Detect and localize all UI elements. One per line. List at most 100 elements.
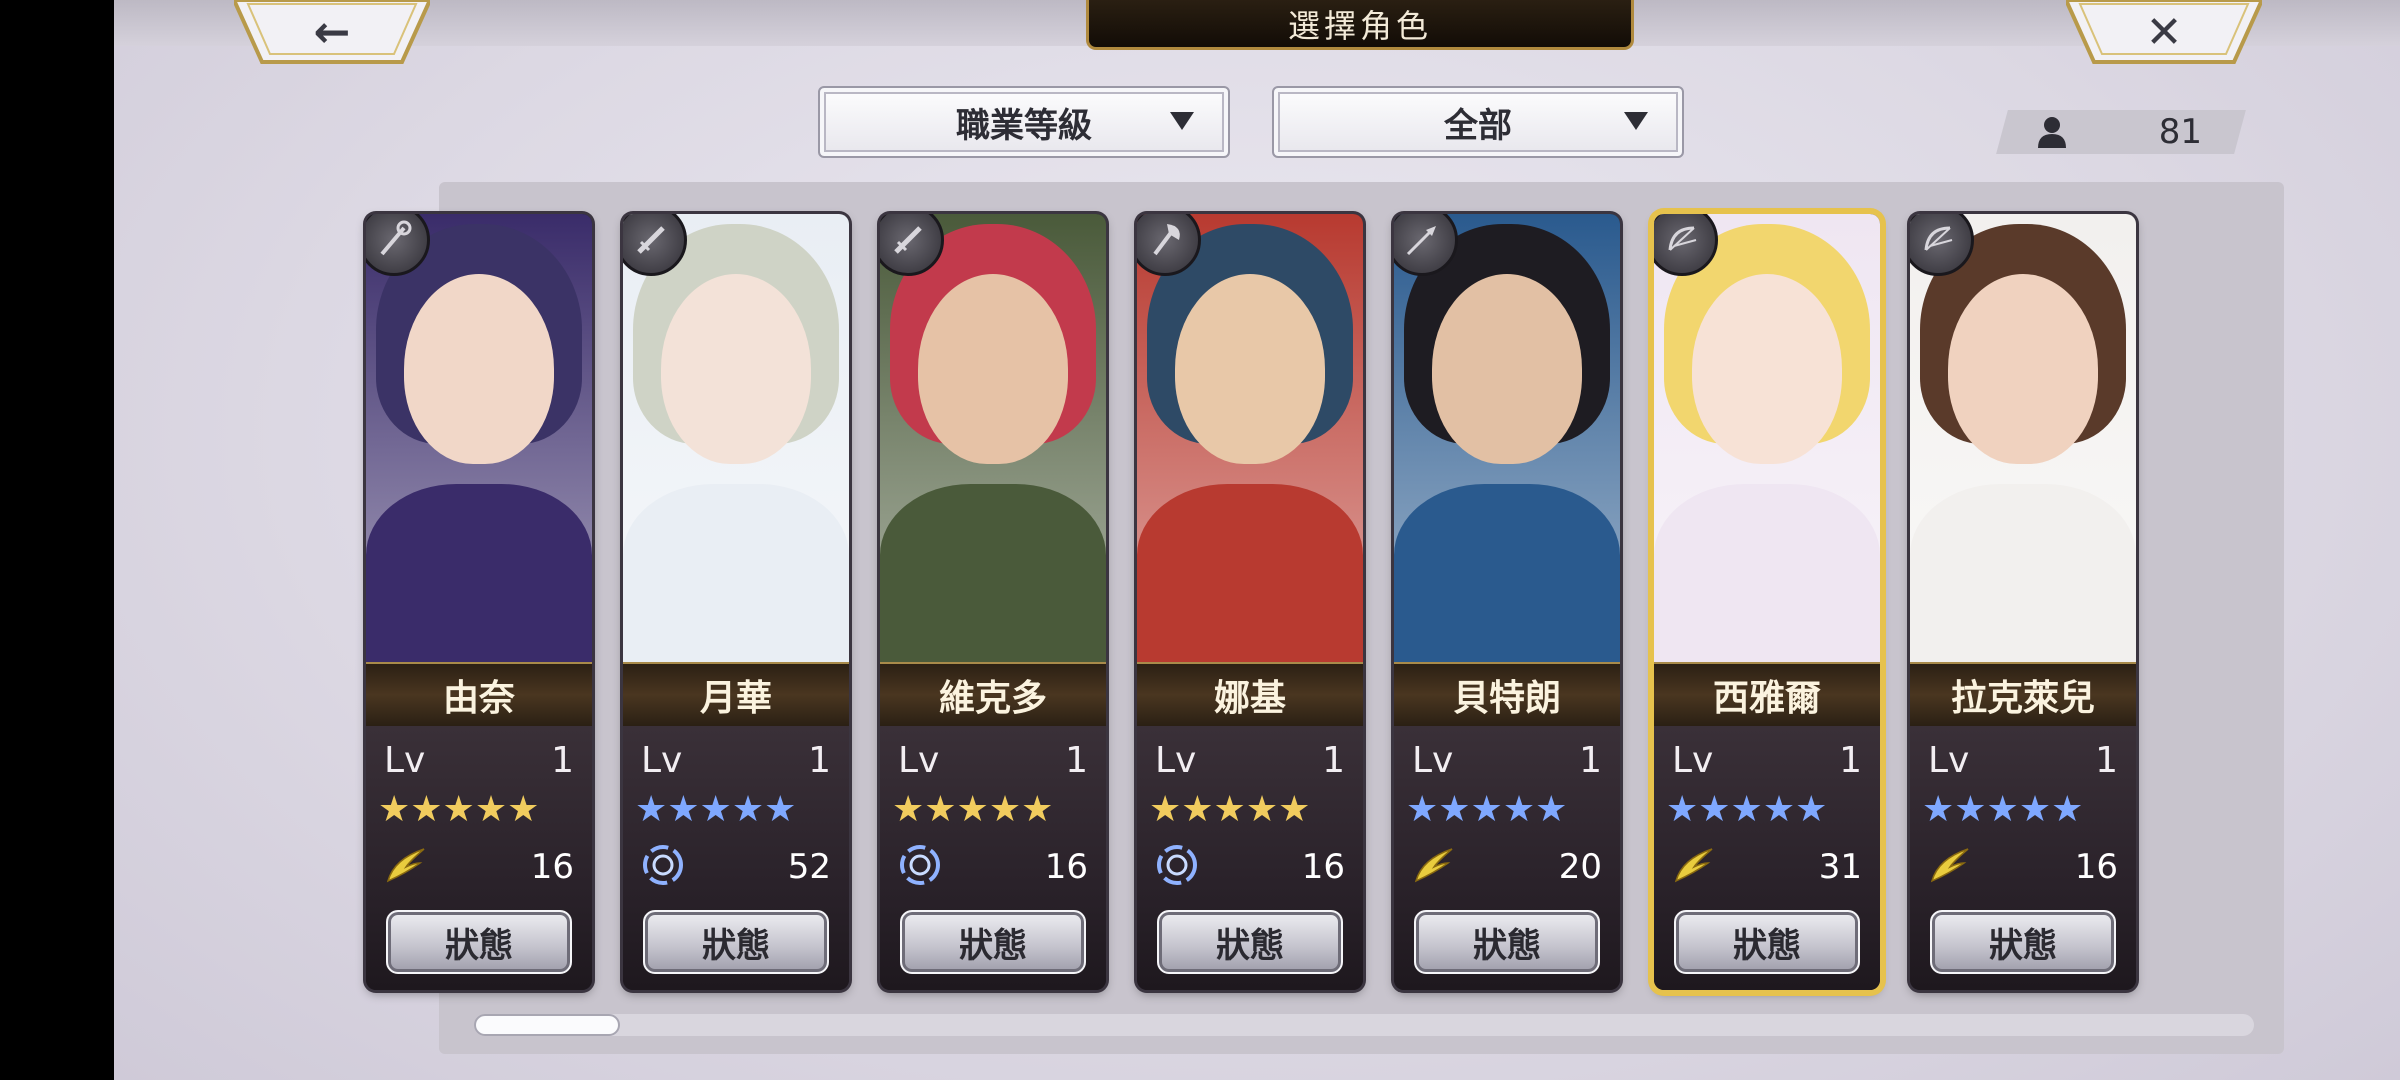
element-row: 20: [1412, 842, 1602, 892]
character-stats: Lv 1 ★★★★★ 16 狀態: [1910, 726, 2136, 990]
level-value: 1: [1322, 740, 1345, 781]
character-portrait: [366, 214, 592, 662]
roster-scrollbar-track[interactable]: [474, 1014, 2254, 1036]
screen-title: 選擇角色: [1086, 0, 1634, 50]
character-name-bar: 娜基: [1137, 662, 1363, 728]
character-card[interactable]: 維克多 Lv 1 ★★★★★ 16 狀態: [880, 214, 1106, 990]
character-portrait: [623, 214, 849, 662]
character-stats: Lv 1 ★★★★★ 16 狀態: [366, 726, 592, 990]
game-screen: ← 選擇角色 ✕ 職業等級 全部 81 由奈 Lv 1 ★★★★★ 16 狀態 …: [114, 0, 2400, 1080]
character-portrait: [1910, 214, 2136, 662]
character-name: 娜基: [1213, 677, 1286, 719]
status-button-label: 狀態: [702, 925, 770, 966]
status-button[interactable]: 狀態: [1674, 910, 1860, 974]
star-rating: ★★★★★: [1922, 789, 2084, 830]
element-row: 31: [1672, 842, 1862, 892]
portrait-face: [404, 274, 554, 464]
roster-count-value: 81: [2158, 112, 2202, 152]
star-rating: ★★★★★: [892, 789, 1054, 830]
character-name: 拉克萊兒: [1950, 677, 2095, 719]
star-rating: ★★★★★: [1666, 789, 1828, 830]
star-rating: ★★★★★: [1406, 789, 1568, 830]
character-name-bar: 維克多: [880, 662, 1106, 728]
character-card[interactable]: 娜基 Lv 1 ★★★★★ 16 狀態: [1137, 214, 1363, 990]
status-button[interactable]: 狀態: [643, 910, 829, 974]
level-label: Lv: [1672, 740, 1714, 781]
portrait-body: [1137, 484, 1363, 662]
level-value: 1: [1579, 740, 1602, 781]
status-button[interactable]: 狀態: [386, 910, 572, 974]
character-name-bar: 西雅爾: [1654, 662, 1880, 728]
level-value: 1: [1065, 740, 1088, 781]
spiral-icon: [898, 843, 942, 891]
portrait-face: [1432, 274, 1582, 464]
scope-dropdown[interactable]: 全部: [1272, 86, 1684, 158]
character-name: 月華: [699, 677, 772, 719]
level-row: Lv 1: [384, 740, 574, 781]
status-button-label: 狀態: [1473, 925, 1541, 966]
character-card[interactable]: 貝特朗 Lv 1 ★★★★★ 20 狀態: [1394, 214, 1620, 990]
character-portrait: [1654, 214, 1880, 662]
roster-scrollbar-thumb[interactable]: [474, 1014, 620, 1036]
element-row: 16: [1155, 842, 1345, 892]
character-stats: Lv 1 ★★★★★ 16 狀態: [880, 726, 1106, 990]
portrait-body: [880, 484, 1106, 662]
class-level-dropdown-label: 職業等級: [956, 105, 1092, 146]
wind-wing-icon: [1928, 845, 1972, 889]
wind-wing-icon: [1412, 845, 1456, 889]
level-label: Lv: [1155, 740, 1197, 781]
character-card[interactable]: 由奈 Lv 1 ★★★★★ 16 狀態: [366, 214, 592, 990]
cost-value: 20: [1558, 847, 1602, 887]
status-button-label: 狀態: [1989, 925, 2057, 966]
cost-value: 16: [530, 847, 574, 887]
person-icon: [2038, 117, 2066, 148]
level-label: Lv: [641, 740, 683, 781]
level-value: 1: [808, 740, 831, 781]
close-button[interactable]: ✕: [2066, 0, 2262, 64]
character-card[interactable]: 拉克萊兒 Lv 1 ★★★★★ 16 狀態: [1910, 214, 2136, 990]
level-value: 1: [551, 740, 574, 781]
level-label: Lv: [384, 740, 426, 781]
portrait-face: [1175, 274, 1325, 464]
status-button[interactable]: 狀態: [1414, 910, 1600, 974]
level-row: Lv 1: [1412, 740, 1602, 781]
screen-title-text: 選擇角色: [1287, 6, 1432, 45]
character-name-bar: 拉克萊兒: [1910, 662, 2136, 728]
level-row: Lv 1: [1928, 740, 2118, 781]
character-card[interactable]: 西雅爾 Lv 1 ★★★★★ 31 狀態: [1654, 214, 1880, 990]
level-value: 1: [2095, 740, 2118, 781]
status-button[interactable]: 狀態: [900, 910, 1086, 974]
portrait-face: [661, 274, 811, 464]
element-row: 16: [898, 842, 1088, 892]
element-row: 16: [384, 842, 574, 892]
character-name: 西雅爾: [1712, 677, 1821, 719]
class-level-dropdown[interactable]: 職業等級: [818, 86, 1230, 158]
back-arrow-icon: ←: [313, 6, 351, 58]
status-button[interactable]: 狀態: [1157, 910, 1343, 974]
roster-count: 81: [2002, 110, 2240, 154]
star-rating: ★★★★★: [378, 789, 540, 830]
portrait-body: [1910, 484, 2136, 662]
star-rating: ★★★★★: [1149, 789, 1311, 830]
element-row: 16: [1928, 842, 2118, 892]
scope-dropdown-label: 全部: [1444, 105, 1512, 146]
character-stats: Lv 1 ★★★★★ 31 狀態: [1654, 726, 1880, 990]
character-name: 貝特朗: [1452, 677, 1561, 719]
status-button-label: 狀態: [1733, 925, 1801, 966]
level-label: Lv: [1928, 740, 1970, 781]
character-portrait: [880, 214, 1106, 662]
character-name-bar: 貝特朗: [1394, 662, 1620, 728]
character-stats: Lv 1 ★★★★★ 20 狀態: [1394, 726, 1620, 990]
cost-value: 16: [1044, 847, 1088, 887]
character-card[interactable]: 月華 Lv 1 ★★★★★ 52 狀態: [623, 214, 849, 990]
level-row: Lv 1: [1672, 740, 1862, 781]
character-name-bar: 月華: [623, 662, 849, 728]
status-button[interactable]: 狀態: [1930, 910, 2116, 974]
status-button-label: 狀態: [959, 925, 1027, 966]
cost-value: 52: [787, 847, 831, 887]
back-button[interactable]: ←: [234, 0, 430, 64]
portrait-face: [918, 274, 1068, 464]
portrait-body: [366, 484, 592, 662]
character-stats: Lv 1 ★★★★★ 52 狀態: [623, 726, 849, 990]
chevron-down-icon: [1624, 112, 1648, 130]
